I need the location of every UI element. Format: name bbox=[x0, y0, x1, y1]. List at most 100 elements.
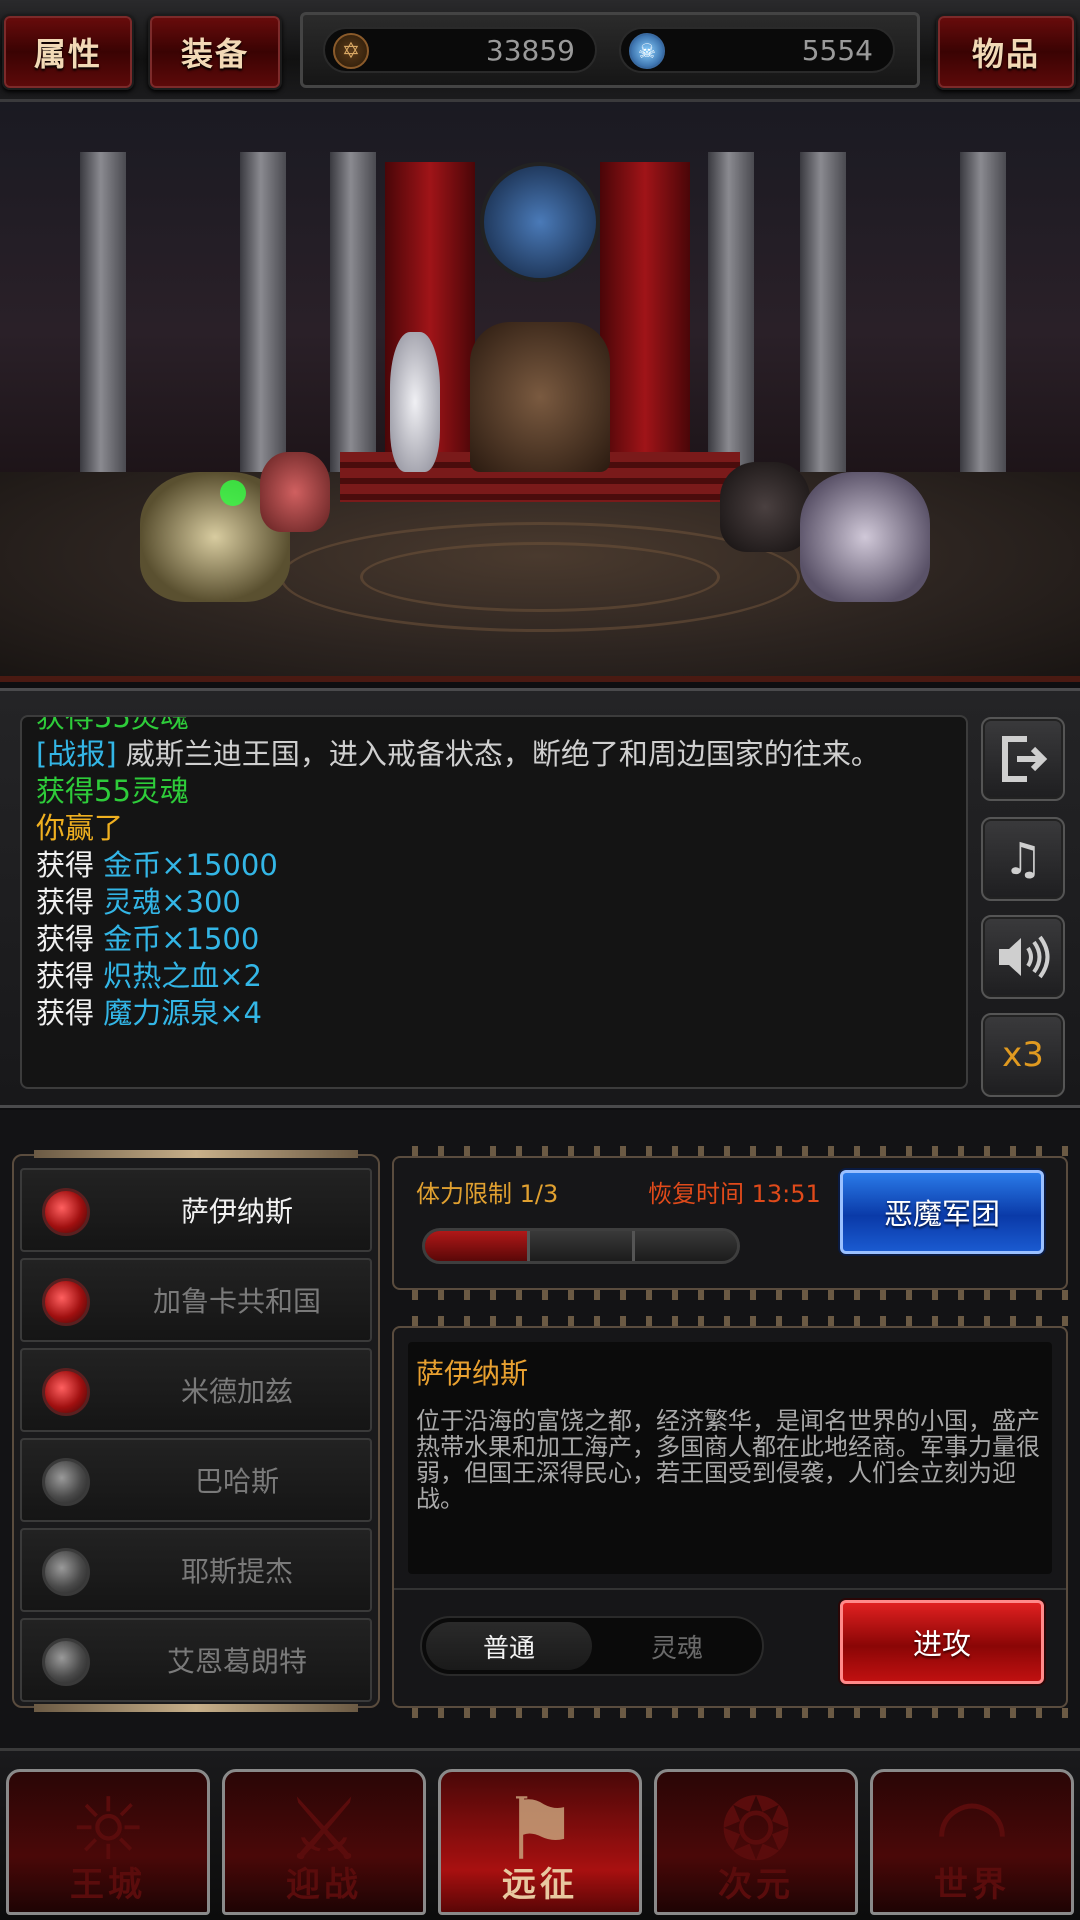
reward-prefix: 获得 bbox=[36, 959, 95, 993]
nav-label: 远征 bbox=[502, 1865, 578, 1905]
city-name: 艾恩葛朗特 bbox=[166, 1645, 307, 1678]
white-beast-enemy bbox=[800, 472, 930, 602]
city-list: 萨伊纳斯 加鲁卡共和国 米德加兹 巴哈斯 耶斯提杰 艾恩葛朗特 bbox=[12, 1150, 380, 1712]
battle-log-panel: 获得55灵魂 [战报] 威斯兰迪王国，进入戒备状态，断绝了和周边国家的往来。 获… bbox=[0, 688, 1080, 1108]
bottom-nav: ☼ 王城 ⚔ 迎战 ⚑ 远征 ❂ 次元 ◠ 世界 bbox=[0, 1748, 1080, 1920]
demon-king-on-throne bbox=[470, 322, 610, 472]
attack-button[interactable]: 进攻 bbox=[840, 1600, 1044, 1684]
log-line-reward: 获得 魔力源泉×4 bbox=[36, 995, 952, 1032]
stamina-segment bbox=[530, 1231, 635, 1261]
city-item[interactable]: 加鲁卡共和国 bbox=[20, 1258, 372, 1342]
frame-decor bbox=[392, 1146, 1068, 1156]
nav-tab-expedition[interactable]: ⚑ 远征 bbox=[438, 1769, 642, 1915]
stamina-value: 1/3 bbox=[519, 1180, 559, 1208]
exit-button[interactable] bbox=[981, 717, 1065, 801]
frame-decor bbox=[392, 1708, 1068, 1718]
gold-counter: ✡ 33859 bbox=[323, 27, 597, 73]
mode-toggle: 普通 灵魂 bbox=[420, 1616, 764, 1676]
stamina-panel: 体力限制 1/3 恢复时间 13:51 恶魔军团 bbox=[392, 1156, 1068, 1290]
floor-emblem-inner bbox=[360, 542, 720, 612]
city-name: 萨伊纳斯 bbox=[180, 1195, 293, 1228]
expedition-panel: 萨伊纳斯 加鲁卡共和国 米德加兹 巴哈斯 耶斯提杰 艾恩葛朗特 体力限制 1/3… bbox=[0, 1110, 1080, 1750]
hexagram-coin-icon: ✡ bbox=[333, 33, 369, 69]
nav-tab-royal-city[interactable]: ☼ 王城 bbox=[6, 1769, 210, 1915]
red-orb-icon bbox=[42, 1278, 90, 1326]
curtain-right bbox=[600, 162, 690, 482]
reward-prefix: 获得 bbox=[36, 848, 95, 882]
currency-bar: ✡ 33859 ☠ 5554 bbox=[300, 12, 920, 88]
stamina-segment bbox=[425, 1231, 530, 1261]
recover-label: 恢复时间 13:51 bbox=[648, 1174, 821, 1209]
items-button[interactable]: 物品 bbox=[936, 14, 1076, 90]
log-line-reward: 获得 金币×15000 bbox=[36, 847, 952, 884]
divider bbox=[394, 1588, 1066, 1590]
speaker-icon bbox=[999, 935, 1050, 979]
nav-tab-world[interactable]: ◠ 世界 bbox=[870, 1769, 1074, 1915]
log-line-soul: 获得55灵魂 bbox=[36, 774, 189, 808]
pillar bbox=[240, 152, 286, 482]
battle-scene bbox=[0, 102, 1080, 682]
demon-legion-button[interactable]: 恶魔军团 bbox=[840, 1170, 1044, 1254]
city-item[interactable]: 米德加兹 bbox=[20, 1348, 372, 1432]
music-button[interactable]: ♫ bbox=[981, 817, 1065, 901]
reward-item: 灵魂×300 bbox=[103, 885, 241, 919]
soul-value: 5554 bbox=[801, 33, 873, 67]
city-item[interactable]: 艾恩葛朗特 bbox=[20, 1618, 372, 1702]
city-name: 米德加兹 bbox=[180, 1375, 293, 1408]
frame-decor bbox=[392, 1290, 1068, 1300]
reward-prefix: 获得 bbox=[36, 885, 95, 919]
mode-normal-option[interactable]: 普通 bbox=[426, 1622, 592, 1670]
pillar bbox=[800, 152, 846, 482]
city-info-panel: 萨伊纳斯 位于沿海的富饶之都，经济繁华，是闻名世界的小国，盛产热带水果和加工海产… bbox=[392, 1326, 1068, 1708]
log-line-reward: 获得 金币×1500 bbox=[36, 921, 952, 958]
city-description: 位于沿海的富饶之都，经济繁华，是闻名世界的小国，盛产热带水果和加工海产，多国商人… bbox=[416, 1407, 1040, 1513]
white-dress-maiden bbox=[390, 332, 440, 472]
equipment-button[interactable]: 装备 bbox=[148, 14, 282, 90]
battle-log[interactable]: 获得55灵魂 [战报] 威斯兰迪王国，进入戒备状态，断绝了和周边国家的往来。 获… bbox=[20, 715, 968, 1089]
reward-item: 金币×15000 bbox=[103, 848, 278, 882]
report-tag: [战报] bbox=[36, 737, 117, 771]
attributes-button[interactable]: 属性 bbox=[2, 14, 134, 90]
city-description-box: 萨伊纳斯 位于沿海的富饶之都，经济繁华，是闻名世界的小国，盛产热带水果和加工海产… bbox=[408, 1342, 1052, 1574]
green-glow-effect bbox=[220, 480, 246, 506]
log-line-victory: 你赢了 bbox=[36, 811, 124, 845]
speed-x3-button[interactable]: x3 bbox=[981, 1013, 1065, 1097]
city-item[interactable]: 巴哈斯 bbox=[20, 1438, 372, 1522]
exit-icon bbox=[1002, 736, 1048, 782]
pillar bbox=[330, 152, 376, 482]
soul-counter: ☠ 5554 bbox=[619, 27, 895, 73]
mode-soul-option[interactable]: 灵魂 bbox=[594, 1622, 760, 1670]
sound-button[interactable] bbox=[981, 915, 1065, 999]
reward-prefix: 获得 bbox=[36, 996, 95, 1030]
reward-item: 炽热之血×2 bbox=[103, 959, 262, 993]
pillar bbox=[960, 152, 1006, 482]
city-name: 耶斯提杰 bbox=[180, 1555, 293, 1588]
pillar bbox=[708, 152, 754, 482]
red-orb-icon bbox=[42, 1188, 90, 1236]
city-item[interactable]: 萨伊纳斯 bbox=[20, 1168, 372, 1252]
top-bar: 属性 装备 ✡ 33859 ☠ 5554 物品 bbox=[0, 0, 1080, 102]
nav-label: 次元 bbox=[718, 1865, 794, 1905]
music-note-icon: ♫ bbox=[1003, 833, 1043, 885]
log-line-reward: 获得 炽热之血×2 bbox=[36, 958, 952, 995]
city-title: 萨伊纳斯 bbox=[416, 1357, 529, 1390]
blue-skull-icon: ☠ bbox=[629, 33, 665, 69]
gray-orb-icon bbox=[42, 1638, 90, 1686]
rose-window bbox=[480, 162, 600, 282]
recover-time: 13:51 bbox=[751, 1180, 821, 1208]
city-item[interactable]: 耶斯提杰 bbox=[20, 1528, 372, 1612]
log-line-partial: 获得55灵魂 bbox=[36, 715, 189, 734]
gray-orb-icon bbox=[42, 1548, 90, 1596]
dark-enemy-soldier bbox=[720, 462, 810, 552]
red-orb-icon bbox=[42, 1368, 90, 1416]
report-text: 威斯兰迪王国，进入戒备状态，断绝了和周边国家的往来。 bbox=[116, 737, 880, 771]
stamina-segment bbox=[635, 1231, 737, 1261]
city-name: 加鲁卡共和国 bbox=[152, 1285, 321, 1318]
stamina-label: 体力限制 1/3 bbox=[416, 1174, 558, 1209]
stamina-label-text: 体力限制 bbox=[416, 1180, 512, 1208]
log-line-reward: 获得 灵魂×300 bbox=[36, 884, 952, 921]
nav-label: 世界 bbox=[934, 1865, 1010, 1905]
nav-tab-dimension[interactable]: ❂ 次元 bbox=[654, 1769, 858, 1915]
city-name: 巴哈斯 bbox=[194, 1465, 279, 1498]
nav-tab-defend[interactable]: ⚔ 迎战 bbox=[222, 1769, 426, 1915]
